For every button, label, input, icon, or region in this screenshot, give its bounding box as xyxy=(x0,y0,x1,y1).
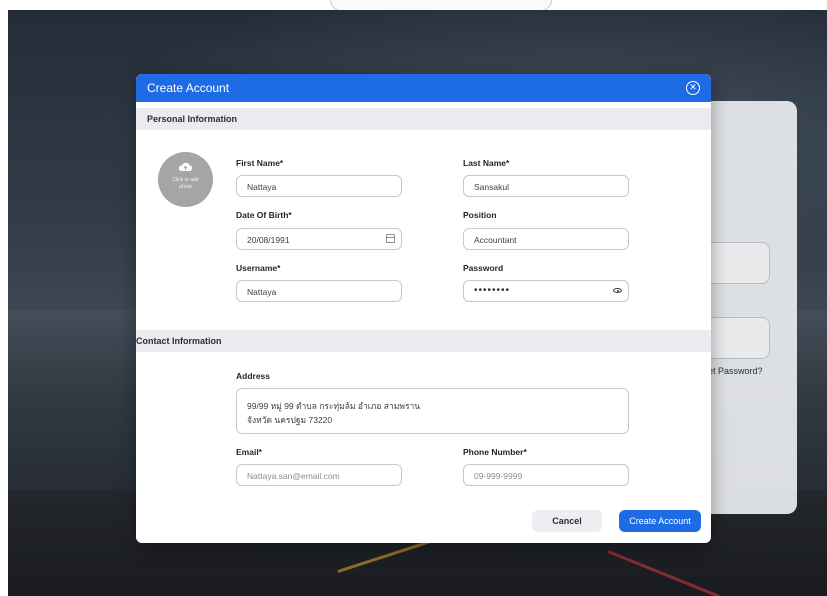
dob-label: Date Of Birth* xyxy=(236,210,292,220)
position-value: Accountant xyxy=(474,235,517,245)
section-title: Contact Information xyxy=(136,336,222,346)
position-label: Position xyxy=(463,210,497,220)
calendar-icon[interactable] xyxy=(386,234,395,243)
last-name-input[interactable]: Sansakul xyxy=(463,175,629,197)
avatar-upload[interactable]: Click to add photo xyxy=(158,152,213,207)
last-name-label: Last Name* xyxy=(463,158,510,168)
phone-value: 09-999-9999 xyxy=(474,471,523,481)
section-title: Personal Information xyxy=(147,114,238,124)
phone-input[interactable]: 09-999-9999 xyxy=(463,464,629,486)
create-account-button[interactable]: Create Account xyxy=(619,510,701,532)
personal-info-section-header: Personal Information xyxy=(136,108,711,130)
avatar-upload-text: photo xyxy=(179,184,192,190)
forgot-password-link[interactable]: et Password? xyxy=(708,366,763,376)
address-textarea[interactable]: 99/99 หมู่ 99 ตำบล กระทุ่มล้ม อำเภอ สามพ… xyxy=(236,388,629,434)
position-input[interactable]: Accountant xyxy=(463,228,629,250)
modal-header: Create Account ✕ xyxy=(136,74,711,102)
email-value: Nattaya.san@email.com xyxy=(247,471,340,481)
address-line-2: จังหวัด นครปฐม 73220 xyxy=(247,415,333,425)
close-circle-icon[interactable]: ✕ xyxy=(686,81,700,95)
first-name-input[interactable]: Nattaya xyxy=(236,175,402,197)
username-input[interactable]: Nattaya xyxy=(236,280,402,302)
modal-title: Create Account xyxy=(147,81,230,95)
password-input[interactable]: •••••••• xyxy=(463,280,629,302)
username-label: Username* xyxy=(236,263,281,273)
create-account-modal: Create Account ✕ Personal Information Cl… xyxy=(136,74,711,543)
avatar-upload-text: Click to add xyxy=(172,177,199,183)
phone-label: Phone Number* xyxy=(463,447,527,457)
first-name-value: Nattaya xyxy=(247,182,277,192)
eye-icon[interactable] xyxy=(613,288,622,293)
cancel-button[interactable]: Cancel xyxy=(532,510,602,532)
dob-input[interactable]: 20/08/1991 xyxy=(236,228,402,250)
address-label: Address xyxy=(236,371,271,381)
dob-value: 20/08/1991 xyxy=(247,235,290,245)
password-label: Password xyxy=(463,263,504,273)
first-name-label: First Name* xyxy=(236,158,284,168)
last-name-value: Sansakul xyxy=(474,182,509,192)
cloud-upload-icon xyxy=(178,162,193,171)
address-line-1: 99/99 หมู่ 99 ตำบล กระทุ่มล้ม อำเภอ สามพ… xyxy=(247,401,421,411)
login-card xyxy=(700,101,797,514)
password-mask: •••••••• xyxy=(474,285,511,296)
email-input[interactable]: Nattaya.san@email.com xyxy=(236,464,402,486)
username-value: Nattaya xyxy=(247,287,277,297)
contact-info-section-header: Contact Information xyxy=(136,330,711,352)
email-label: Email* xyxy=(236,447,262,457)
